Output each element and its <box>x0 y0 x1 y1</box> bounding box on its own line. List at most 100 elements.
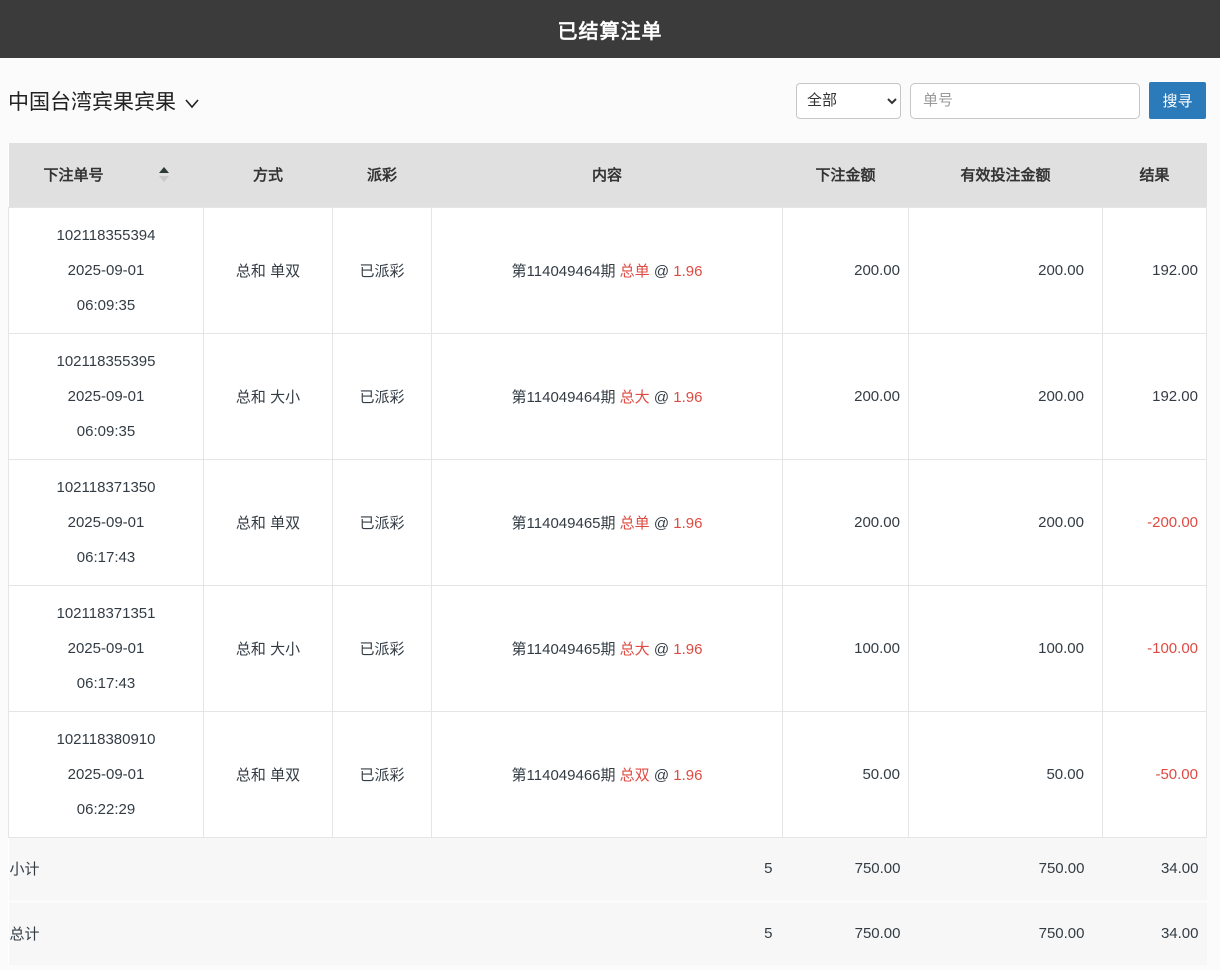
cell-payout-status: 已派彩 <box>333 711 432 837</box>
cell-method: 总和 单双 <box>204 459 333 585</box>
content-odds: 1.96 <box>673 263 702 280</box>
subtotal-count: 5 <box>204 837 783 901</box>
content-pick: 总大 <box>620 389 650 406</box>
game-title: 中国台湾宾果宾果 <box>8 86 176 116</box>
content-at-sign: @ <box>654 389 669 406</box>
cell-order-no: 102118371351 2025-09-01 06:17:43 <box>9 585 204 711</box>
content-odds: 1.96 <box>673 389 702 406</box>
col-header-content: 内容 <box>432 143 783 207</box>
cell-method: 总和 大小 <box>204 333 333 459</box>
sort-asc-icon <box>159 167 169 173</box>
cell-valid-amount: 200.00 <box>909 459 1103 585</box>
subtotal-label: 小计 <box>9 837 204 901</box>
total-row: 总计 5 750.00 750.00 34.00 <box>9 901 1207 965</box>
cell-content: 第114049466期 总双 @ 1.96 <box>432 711 783 837</box>
content-period: 第114049466期 <box>512 767 616 784</box>
table-body: 102118355394 2025-09-01 06:09:35 总和 单双 已… <box>9 207 1207 837</box>
content-at-sign: @ <box>654 767 669 784</box>
total-result: 34.00 <box>1103 901 1207 965</box>
cell-method: 总和 单双 <box>204 711 333 837</box>
sort-icon[interactable] <box>159 167 169 182</box>
table-row: 102118371350 2025-09-01 06:17:43 总和 单双 已… <box>9 459 1207 585</box>
col-header-order-no-label: 下注单号 <box>43 164 103 185</box>
cell-order-no: 102118355394 2025-09-01 06:09:35 <box>9 207 204 333</box>
content-period: 第114049464期 <box>512 389 616 406</box>
content-pick: 总双 <box>620 767 650 784</box>
cell-valid-amount: 100.00 <box>909 585 1103 711</box>
order-date: 2025-09-01 <box>10 631 202 666</box>
content-at-sign: @ <box>654 263 669 280</box>
col-header-bet-amount: 下注金额 <box>783 143 909 207</box>
order-date: 2025-09-01 <box>10 505 202 540</box>
chevron-down-icon <box>184 95 200 111</box>
subtotal-result: 34.00 <box>1103 837 1207 901</box>
content-odds: 1.96 <box>673 767 702 784</box>
order-time: 06:17:43 <box>10 540 202 575</box>
top-title-bar: 已结算注单 <box>0 0 1220 58</box>
content-pick: 总单 <box>620 263 650 280</box>
game-selector[interactable]: 中国台湾宾果宾果 <box>8 86 200 116</box>
cell-result: -200.00 <box>1103 459 1207 585</box>
total-bet-amount: 750.00 <box>783 901 909 965</box>
cell-valid-amount: 200.00 <box>909 333 1103 459</box>
content-pick: 总单 <box>620 515 650 532</box>
subtotal-valid-amount: 750.00 <box>909 837 1103 901</box>
cell-result: 192.00 <box>1103 207 1207 333</box>
cell-bet-amount: 50.00 <box>783 711 909 837</box>
cell-method: 总和 单双 <box>204 207 333 333</box>
content-period: 第114049465期 <box>512 515 616 532</box>
content-at-sign: @ <box>654 641 669 658</box>
content-pick: 总大 <box>620 641 650 658</box>
cell-valid-amount: 200.00 <box>909 207 1103 333</box>
content-odds: 1.96 <box>673 515 702 532</box>
toolbar: 中国台湾宾果宾果 全部 搜寻 <box>0 58 1220 143</box>
subtotal-row: 小计 5 750.00 750.00 34.00 <box>9 837 1207 901</box>
cell-payout-status: 已派彩 <box>333 585 432 711</box>
cell-content: 第114049464期 总大 @ 1.96 <box>432 333 783 459</box>
filter-select[interactable]: 全部 <box>796 83 901 119</box>
order-number: 102118380910 <box>10 722 202 757</box>
cell-payout-status: 已派彩 <box>333 333 432 459</box>
search-controls: 全部 搜寻 <box>796 82 1206 119</box>
table-row: 102118371351 2025-09-01 06:17:43 总和 大小 已… <box>9 585 1207 711</box>
order-date: 2025-09-01 <box>10 757 202 792</box>
col-header-payout: 派彩 <box>333 143 432 207</box>
cell-valid-amount: 50.00 <box>909 711 1103 837</box>
content-period: 第114049464期 <box>512 263 616 280</box>
subtotal-bet-amount: 750.00 <box>783 837 909 901</box>
cell-order-no: 102118355395 2025-09-01 06:09:35 <box>9 333 204 459</box>
order-date: 2025-09-01 <box>10 379 202 414</box>
settled-bets-table: 下注单号 方式 派彩 内容 下注金额 有效投注金额 结果 10211835539… <box>8 143 1207 965</box>
cell-payout-status: 已派彩 <box>333 459 432 585</box>
cell-content: 第114049465期 总大 @ 1.96 <box>432 585 783 711</box>
order-number: 102118371350 <box>10 470 202 505</box>
cell-order-no: 102118380910 2025-09-01 06:22:29 <box>9 711 204 837</box>
order-number: 102118355394 <box>10 218 202 253</box>
cell-order-no: 102118371350 2025-09-01 06:17:43 <box>9 459 204 585</box>
cell-bet-amount: 200.00 <box>783 207 909 333</box>
col-header-result: 结果 <box>1103 143 1207 207</box>
cell-content: 第114049465期 总单 @ 1.96 <box>432 459 783 585</box>
order-time: 06:09:35 <box>10 414 202 449</box>
cell-payout-status: 已派彩 <box>333 207 432 333</box>
search-button[interactable]: 搜寻 <box>1149 82 1206 119</box>
table-row: 102118380910 2025-09-01 06:22:29 总和 单双 已… <box>9 711 1207 837</box>
order-number: 102118355395 <box>10 344 202 379</box>
order-number-input[interactable] <box>910 83 1140 119</box>
order-time: 06:09:35 <box>10 288 202 323</box>
total-valid-amount: 750.00 <box>909 901 1103 965</box>
cell-result: 192.00 <box>1103 333 1207 459</box>
order-number: 102118371351 <box>10 596 202 631</box>
cell-result: -50.00 <box>1103 711 1207 837</box>
table-row: 102118355394 2025-09-01 06:09:35 总和 单双 已… <box>9 207 1207 333</box>
order-date: 2025-09-01 <box>10 253 202 288</box>
sort-desc-icon <box>159 176 169 182</box>
content-odds: 1.96 <box>673 641 702 658</box>
total-count: 5 <box>204 901 783 965</box>
page-title: 已结算注单 <box>558 15 663 44</box>
col-header-order-no[interactable]: 下注单号 <box>9 143 204 207</box>
content-period: 第114049465期 <box>512 641 616 658</box>
cell-result: -100.00 <box>1103 585 1207 711</box>
table-row: 102118355395 2025-09-01 06:09:35 总和 大小 已… <box>9 333 1207 459</box>
cell-bet-amount: 200.00 <box>783 333 909 459</box>
